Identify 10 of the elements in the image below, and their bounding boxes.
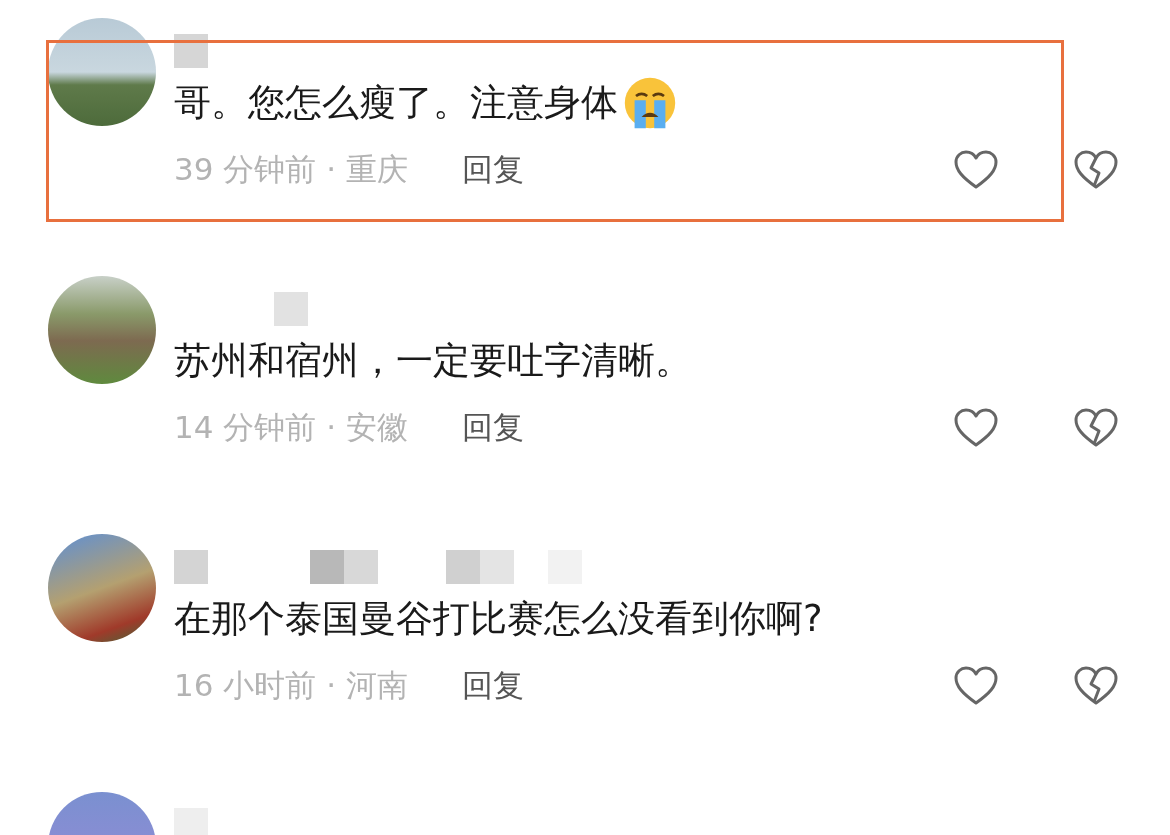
comment-text: 苏州和宿州，一定要吐字清晰。 — [174, 338, 692, 384]
reply-link[interactable]: 回复 — [461, 665, 524, 707]
pixelated-name-drawing — [274, 292, 308, 326]
comment-time-location: 16 小时前 · 河南 — [174, 666, 408, 705]
comment-time-location: 39 分钟前 · 重庆 — [174, 150, 408, 189]
comment-text: 在那个泰国曼谷打比赛怎么没看到你啊? — [174, 596, 823, 642]
reply-link[interactable]: 回复 — [461, 407, 524, 449]
comment-text: 哥。您怎么瘦了。注意身体 — [174, 80, 618, 126]
reply-link[interactable]: 回复 — [461, 149, 524, 191]
comment-time-location: 14 分钟前 · 安徽 — [174, 408, 408, 447]
